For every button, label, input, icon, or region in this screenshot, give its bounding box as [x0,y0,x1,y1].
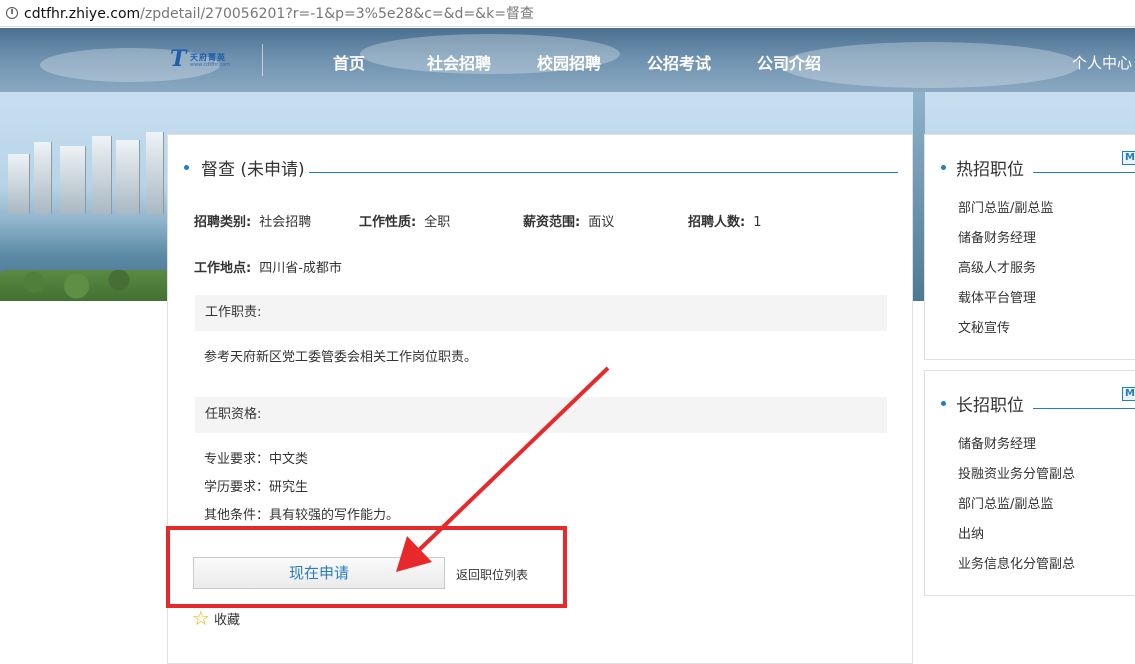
hot-jobs-header: 热招职位 [941,155,1024,180]
long-term-jobs-title: 长招职位 [956,396,1024,416]
salary-value: 面议 [588,215,615,230]
more-icon[interactable]: M [1122,387,1135,401]
headcount-value: 1 [753,215,762,230]
qualifications-header: 任职资格: [195,397,887,433]
nav-social-recruitment[interactable]: 社会招聘 [427,50,491,74]
long-term-jobs-header: 长招职位 [941,391,1024,416]
qual-line-education: 学历要求：研究生 [204,480,309,495]
qual-line-major: 专业要求：中文类 [204,452,309,467]
user-center-link[interactable]: 个人中心 [1072,52,1132,73]
url-text[interactable]: cdtfhr.zhiye.com/zpdetail/270056201?r=-1… [24,3,534,23]
hot-job-item[interactable]: 储备财务经理 [958,227,1036,246]
title-underline [309,172,898,173]
long-term-job-item[interactable]: 部门总监/副总监 [958,493,1053,512]
nav-company-intro[interactable]: 公司介绍 [757,50,821,74]
long-term-job-item[interactable]: 出纳 [958,523,984,542]
category-label: 招聘类别: [194,215,252,230]
address-bar[interactable]: i cdtfhr.zhiye.com/zpdetail/270056201?r=… [0,0,1135,27]
favorite-label: 收藏 [213,612,240,628]
meta-row-1: 招聘类别: 社会招聘 [194,211,311,230]
long-term-jobs-underline [1033,408,1135,409]
hot-jobs-panel: 热招职位 M 部门总监/副总监 储备财务经理 高级人才服务 载体平台管理 文秘宣… [924,134,1135,360]
url-path: /zpdetail/270056201?r=-1&p=3%5e28&c=&d=&… [140,6,534,22]
location-label: 工作地点: [194,261,252,276]
nav-home[interactable]: 首页 [333,50,365,74]
hot-jobs-underline [1033,172,1135,173]
long-term-job-item[interactable]: 投融资业务分管副总 [958,463,1075,482]
site-logo[interactable]: T 天府菁英 www.cdtfhr.com [170,44,236,74]
salary-label: 薪资范围: [523,215,581,230]
star-icon: ☆ [192,606,210,630]
headcount-label: 招聘人数: [688,215,746,230]
job-title-row: 督查 (未申请) [184,155,305,180]
duties-header: 工作职责: [195,295,887,331]
hot-job-item[interactable]: 文秘宣传 [958,317,1010,336]
nature-field: 工作性质: 全职 [359,211,450,230]
headcount-field: 招聘人数: 1 [688,211,761,230]
more-icon[interactable]: M [1122,151,1135,165]
location-value: 四川省-成都市 [259,261,342,276]
salary-field: 薪资范围: 面议 [523,211,614,230]
hot-job-item[interactable]: 高级人才服务 [958,257,1036,276]
bullet-icon [184,165,189,170]
qual-line-other: 其他条件：具有较强的写作能力。 [204,508,400,523]
location-field: 工作地点: 四川省-成都市 [194,257,342,276]
category-value: 社会招聘 [259,215,312,230]
logo-url: www.cdtfhr.com [190,62,231,68]
hot-job-item[interactable]: 载体平台管理 [958,287,1036,306]
nature-label: 工作性质: [359,215,417,230]
job-title: 督查 (未申请) [201,160,305,180]
nav-campus-recruitment[interactable]: 校园招聘 [537,50,601,74]
long-term-jobs-panel: 长招职位 M 储备财务经理 投融资业务分管副总 部门总监/副总监 出纳 业务信息… [924,370,1135,596]
bullet-icon [941,401,946,406]
annotation-box [166,526,567,608]
nature-value: 全职 [424,215,451,230]
favorite-button[interactable]: ☆ 收藏 [192,608,240,628]
hot-jobs-title: 热招职位 [956,160,1024,180]
hot-job-item[interactable]: 部门总监/副总监 [958,197,1053,216]
nav-public-exam[interactable]: 公招考试 [647,50,711,74]
info-icon[interactable]: i [6,7,18,19]
duties-text: 参考天府新区党工委管委会相关工作岗位职责。 [204,350,478,365]
logo-divider [262,44,263,76]
url-host: cdtfhr.zhiye.com [24,6,141,22]
long-term-job-item[interactable]: 储备财务经理 [958,433,1036,452]
bullet-icon [941,165,946,170]
long-term-job-item[interactable]: 业务信息化分管副总 [958,553,1075,572]
logo-mark-icon: T [170,46,187,72]
